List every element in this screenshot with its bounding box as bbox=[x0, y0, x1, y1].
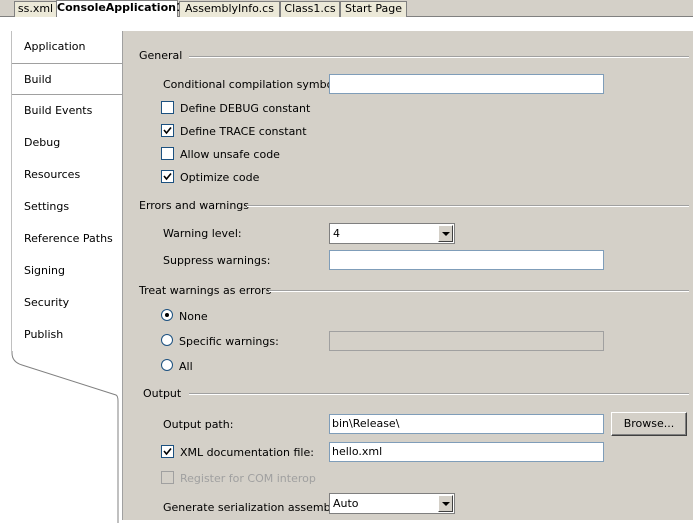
nav-item-security[interactable]: Security bbox=[12, 287, 122, 319]
nav-item-debug[interactable]: Debug bbox=[12, 127, 122, 159]
nav-item-signing[interactable]: Signing bbox=[12, 255, 122, 287]
optimize-code-label: Optimize code bbox=[180, 171, 260, 184]
section-divider bbox=[247, 205, 689, 207]
nav-item-reference-paths[interactable]: Reference Paths bbox=[12, 223, 122, 255]
nav-item-settings[interactable]: Settings bbox=[12, 191, 122, 223]
checkmark-icon bbox=[163, 447, 172, 456]
define-debug-label: Define DEBUG constant bbox=[180, 102, 311, 115]
serialization-value: Auto bbox=[333, 497, 359, 510]
section-divider bbox=[189, 56, 689, 58]
define-trace-checkbox[interactable] bbox=[161, 124, 174, 137]
conditional-symbols-label: Conditional compilation symbols: bbox=[163, 78, 346, 91]
output-path-input[interactable]: bin\Release\ bbox=[329, 414, 604, 434]
project-properties-surface: Application Build Build Events Debug Res… bbox=[0, 17, 693, 523]
xml-doc-label: XML documentation file: bbox=[180, 446, 314, 459]
tab-assemblyinfo-cs[interactable]: AssemblyInfo.cs bbox=[179, 1, 280, 17]
define-trace-label: Define TRACE constant bbox=[180, 125, 307, 138]
document-tab-strip: ss.xml ConsoleApplication1 AssemblyInfo.… bbox=[0, 0, 693, 17]
define-debug-checkbox[interactable] bbox=[161, 101, 174, 114]
nav-item-publish[interactable]: Publish bbox=[12, 319, 122, 351]
nav-item-application[interactable]: Application bbox=[12, 31, 122, 63]
checkmark-icon bbox=[163, 172, 172, 181]
section-divider bbox=[269, 290, 689, 292]
treat-none-radio[interactable] bbox=[161, 309, 173, 321]
browse-button[interactable]: Browse... bbox=[611, 412, 687, 436]
allow-unsafe-checkbox[interactable] bbox=[161, 147, 174, 160]
treat-specific-radio[interactable] bbox=[161, 334, 173, 346]
section-title-errors-warnings: Errors and warnings bbox=[139, 199, 250, 212]
section-title-output: Output bbox=[143, 387, 182, 400]
warning-level-label: Warning level: bbox=[163, 227, 242, 240]
tab-consoleapplication1[interactable]: ConsoleApplication1 bbox=[56, 0, 184, 17]
suppress-warnings-input[interactable] bbox=[329, 250, 604, 270]
output-path-label: Output path: bbox=[163, 418, 234, 431]
tab-ss-xml[interactable]: ss.xml bbox=[14, 1, 57, 17]
tab-start-page[interactable]: Start Page bbox=[340, 1, 407, 17]
section-title-general: General bbox=[139, 49, 183, 62]
optimize-code-checkbox[interactable] bbox=[161, 170, 174, 183]
dropdown-arrow-icon[interactable] bbox=[438, 225, 453, 242]
xml-doc-input[interactable]: hello.xml bbox=[329, 442, 604, 462]
conditional-symbols-input[interactable] bbox=[329, 74, 604, 94]
treat-none-label: None bbox=[179, 310, 208, 323]
specific-warnings-input[interactable] bbox=[329, 331, 604, 351]
treat-all-radio[interactable] bbox=[161, 359, 173, 371]
warning-level-value: 4 bbox=[333, 227, 340, 240]
nav-item-resources[interactable]: Resources bbox=[12, 159, 122, 191]
nav-item-build[interactable]: Build bbox=[12, 63, 123, 95]
treat-specific-label: Specific warnings: bbox=[179, 335, 279, 348]
allow-unsafe-label: Allow unsafe code bbox=[180, 148, 280, 161]
com-interop-label: Register for COM interop bbox=[180, 472, 316, 485]
serialization-select[interactable]: Auto bbox=[329, 493, 455, 514]
nav-item-build-events[interactable]: Build Events bbox=[12, 95, 122, 127]
section-divider bbox=[189, 393, 689, 395]
xml-doc-checkbox[interactable] bbox=[161, 445, 174, 458]
checkmark-icon bbox=[163, 126, 172, 135]
suppress-warnings-label: Suppress warnings: bbox=[163, 254, 271, 267]
section-title-treat-warnings: Treat warnings as errors bbox=[139, 284, 272, 297]
tab-class1-cs[interactable]: Class1.cs bbox=[280, 1, 340, 17]
warning-level-select[interactable]: 4 bbox=[329, 223, 455, 244]
com-interop-checkbox[interactable] bbox=[161, 471, 174, 484]
build-settings-panel: General Conditional compilation symbols:… bbox=[122, 31, 693, 520]
serialization-label: Generate serialization assembly: bbox=[163, 501, 344, 514]
dropdown-arrow-icon[interactable] bbox=[438, 495, 453, 512]
treat-all-label: All bbox=[179, 360, 193, 373]
